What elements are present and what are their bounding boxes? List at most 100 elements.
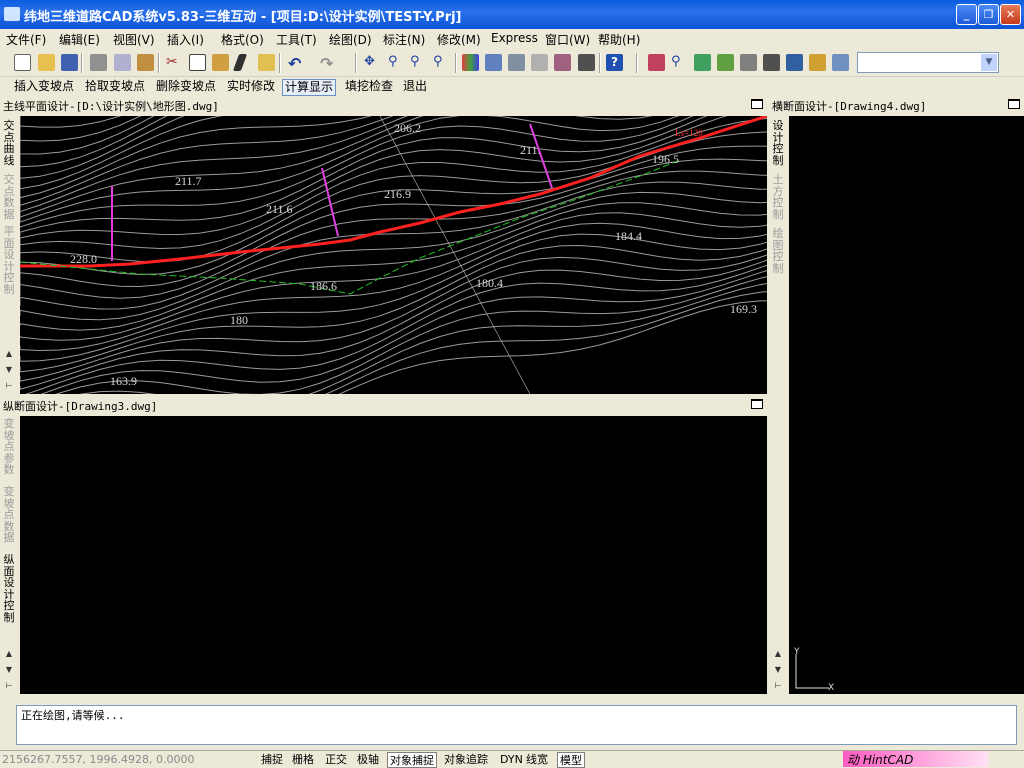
- open-icon[interactable]: [38, 54, 55, 71]
- coordinate-readout: 2156267.7557, 1996.4928, 0.0000: [2, 753, 195, 766]
- ortho-toggle[interactable]: 正交: [323, 752, 349, 768]
- tab-plan-design-control[interactable]: 平面设计控制: [2, 226, 16, 295]
- tab-intersection-data[interactable]: 交点数据: [2, 174, 16, 220]
- minimize-button[interactable]: _: [956, 4, 977, 25]
- cross-nav-arrows[interactable]: ▲ ▼ ⊢: [771, 646, 785, 694]
- plan-nav-arrows[interactable]: ▲ ▼ ⊢: [2, 346, 16, 394]
- cut-icon[interactable]: ✂: [166, 54, 183, 71]
- cut-fill-check-button[interactable]: 填挖检查: [343, 79, 395, 96]
- hintcad-tool-9-icon[interactable]: [832, 54, 849, 71]
- cross-drawing-canvas[interactable]: Y X: [789, 116, 1024, 694]
- lineweight-toggle[interactable]: 线宽: [524, 752, 550, 768]
- tab-earthwork-control[interactable]: 土方控制: [771, 174, 785, 220]
- realtime-modify-button[interactable]: 实时修改: [225, 79, 277, 96]
- tab-intersection-curve[interactable]: 交点曲线: [2, 120, 16, 166]
- otrack-toggle[interactable]: 对象追踪: [442, 752, 490, 768]
- menu-format[interactable]: 格式(O): [221, 31, 264, 48]
- paste-icon[interactable]: [212, 54, 229, 71]
- pick-grade-point-button[interactable]: 拾取变坡点: [83, 79, 147, 96]
- cross-maximize-button[interactable]: [1008, 99, 1020, 109]
- command-history-text: 正在绘图,请等候...: [21, 709, 125, 722]
- hintcad-tool-8-icon[interactable]: [809, 54, 826, 71]
- toolbar-separator: [455, 53, 457, 73]
- tab-drawing-control[interactable]: 绘图控制: [771, 228, 785, 274]
- exit-button[interactable]: 退出: [401, 79, 429, 96]
- zoom-realtime-icon[interactable]: ⚲: [388, 54, 405, 71]
- menu-view[interactable]: 视图(V): [113, 31, 155, 48]
- cross-side-tabs: 设计控制 土方控制 绘图控制 ▲ ▼ ⊢: [769, 116, 787, 694]
- grid-toggle[interactable]: 栅格: [290, 752, 316, 768]
- publish-icon[interactable]: [137, 54, 154, 71]
- menu-edit[interactable]: 编辑(E): [59, 31, 100, 48]
- model-toggle[interactable]: 模型: [557, 752, 585, 768]
- undo-icon[interactable]: ↶: [288, 54, 305, 73]
- toolbar-separator: [355, 53, 357, 73]
- hintcad-tool-1-icon[interactable]: [648, 54, 665, 71]
- menu-help[interactable]: 帮助(H): [598, 31, 640, 48]
- hintcad-tool-4-icon[interactable]: [717, 54, 734, 71]
- profile-maximize-button[interactable]: [751, 399, 763, 409]
- markup-icon[interactable]: [554, 54, 571, 71]
- redo-icon[interactable]: ↷: [320, 54, 337, 73]
- hintcad-tool-5-icon[interactable]: [740, 54, 757, 71]
- tab-design-control[interactable]: 设计控制: [771, 120, 785, 166]
- menu-draw[interactable]: 绘图(D): [329, 31, 372, 48]
- command-line[interactable]: 正在绘图,请等候...: [16, 705, 1017, 745]
- ucs-axis-icon: Y X: [793, 647, 834, 693]
- hintcad-tool-3-icon[interactable]: [694, 54, 711, 71]
- hintcad-zoom-icon[interactable]: ⚲: [671, 54, 688, 71]
- menu-window[interactable]: 窗口(W): [545, 31, 590, 48]
- osnap-toggle[interactable]: 对象捕捉: [387, 752, 437, 768]
- hintcad-badge: 动 HintCAD: [843, 751, 988, 767]
- tool-palettes-icon[interactable]: [508, 54, 525, 71]
- menu-insert[interactable]: 插入(I): [167, 31, 204, 48]
- block-editor-icon[interactable]: [258, 54, 275, 71]
- sheet-set-icon[interactable]: [531, 54, 548, 71]
- properties-icon[interactable]: [462, 54, 479, 71]
- app-icon[interactable]: [4, 7, 20, 21]
- layer-dropdown[interactable]: ▼: [857, 52, 999, 73]
- print-preview-icon[interactable]: [114, 54, 131, 71]
- new-icon[interactable]: [14, 54, 31, 71]
- pan-icon[interactable]: ✥: [364, 54, 381, 71]
- menu-modify[interactable]: 修改(M): [437, 31, 481, 48]
- help-icon[interactable]: ?: [606, 54, 623, 71]
- tab-profile-design-control[interactable]: 纵面设计控制: [2, 554, 16, 623]
- restore-button[interactable]: ❐: [978, 4, 999, 25]
- menu-tools[interactable]: 工具(T): [276, 31, 317, 48]
- profile-drawing-canvas[interactable]: [20, 416, 767, 694]
- polar-toggle[interactable]: 极轴: [355, 752, 381, 768]
- profile-panel-title: 纵断面设计-[Drawing3.dwg]: [3, 400, 158, 413]
- delete-grade-point-button[interactable]: 删除变坡点: [154, 79, 218, 96]
- elevation-label: 216.9: [384, 187, 411, 201]
- chevron-down-icon[interactable]: ▼: [981, 54, 997, 71]
- profile-nav-arrows[interactable]: ▲ ▼ ⊢: [2, 646, 16, 694]
- tab-grade-point-data[interactable]: 变坡点数据: [2, 486, 16, 544]
- hintcad-tool-7-icon[interactable]: [786, 54, 803, 71]
- calc-display-button[interactable]: 计算显示: [282, 79, 337, 96]
- print-icon[interactable]: [90, 54, 107, 71]
- hintcad-tool-6-icon[interactable]: [763, 54, 780, 71]
- zoom-window-icon[interactable]: ⚲: [410, 54, 427, 71]
- insert-grade-point-button[interactable]: 插入变坡点: [12, 79, 76, 96]
- plan-drawing-canvas[interactable]: 206.2 211.7 211.6 216.9 211. 196.5 184.4 180.4 1…: [20, 116, 767, 394]
- dyn-toggle[interactable]: DYN: [498, 752, 525, 768]
- plan-maximize-button[interactable]: [751, 99, 763, 109]
- axis-x-label: X: [828, 683, 834, 693]
- elevation-label: 228.0: [70, 252, 97, 266]
- menu-dimension[interactable]: 标注(N): [383, 31, 425, 48]
- zoom-previous-icon[interactable]: ⚲: [433, 54, 450, 71]
- match-properties-icon[interactable]: [232, 54, 248, 71]
- menu-file[interactable]: 文件(F): [6, 31, 46, 48]
- save-icon[interactable]: [61, 54, 78, 71]
- toolbar-separator: [599, 53, 601, 73]
- close-button[interactable]: ✕: [1000, 4, 1021, 25]
- menu-express[interactable]: Express: [491, 31, 538, 45]
- copy-icon[interactable]: [189, 54, 206, 71]
- snap-toggle[interactable]: 捕捉: [259, 752, 285, 768]
- design-center-icon[interactable]: [485, 54, 502, 71]
- tab-grade-point-params[interactable]: 变坡点参数: [2, 418, 16, 476]
- elevation-label: Ls=120: [675, 128, 703, 138]
- terrain-map: 206.2 211.7 211.6 216.9 211. 196.5 184.4 180.4 1…: [20, 116, 767, 394]
- calculator-icon[interactable]: [578, 54, 595, 71]
